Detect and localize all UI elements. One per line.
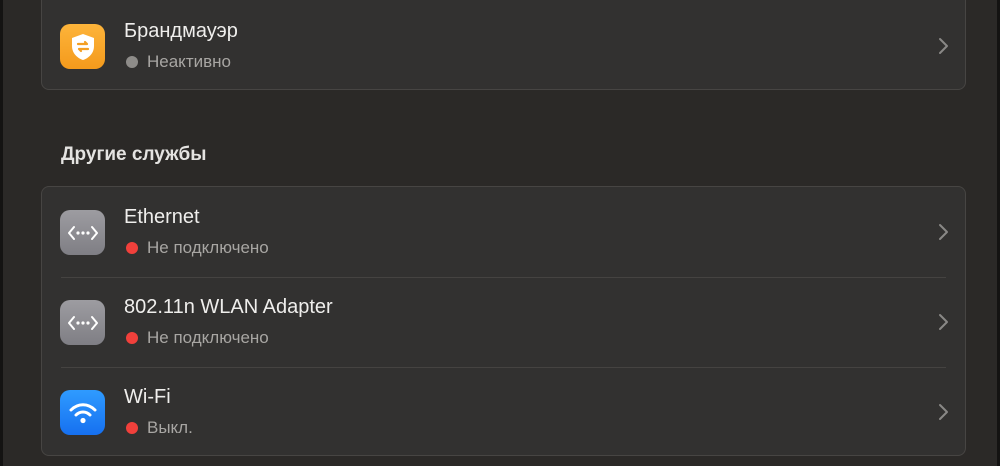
- service-row-ethernet[interactable]: Ethernet Не подключено: [42, 187, 965, 277]
- service-status-text: Выкл.: [147, 418, 193, 437]
- status-dot-red: [126, 242, 138, 254]
- status-dot-red: [126, 422, 138, 434]
- status-dot-red: [126, 332, 138, 344]
- service-row-wlan-adapter[interactable]: 802.11n WLAN Adapter Не подключено: [42, 277, 965, 367]
- firewall-row[interactable]: Брандмауэр Неактивно: [42, 1, 965, 89]
- service-title: Wi-Fi: [124, 386, 171, 408]
- other-services-card: Ethernet Не подключено 802.11n WLAN Adap…: [41, 186, 966, 456]
- chevron-right-icon: [939, 38, 948, 54]
- service-status: Не подключено: [126, 238, 269, 258]
- ethernet-icon: [60, 210, 105, 255]
- other-services-heading: Другие службы: [61, 144, 207, 165]
- status-dot-gray: [126, 56, 138, 68]
- wifi-icon: [60, 390, 105, 435]
- service-status: Выкл.: [126, 418, 193, 438]
- ethernet-icon: [60, 300, 105, 345]
- chevron-right-icon: [939, 404, 948, 420]
- service-status-text: Не подключено: [147, 238, 269, 257]
- service-row-wifi[interactable]: Wi-Fi Выкл.: [42, 367, 965, 455]
- chevron-right-icon: [939, 224, 948, 240]
- chevron-right-icon: [939, 314, 948, 330]
- service-status: Не подключено: [126, 328, 269, 348]
- network-settings-window: Брандмауэр Неактивно Другие службы Ether…: [0, 0, 1000, 466]
- service-title: 802.11n WLAN Adapter: [124, 296, 333, 318]
- service-status-text: Не подключено: [147, 328, 269, 347]
- firewall-shield-icon: [60, 24, 105, 69]
- firewall-status: Неактивно: [126, 52, 231, 72]
- firewall-card: Брандмауэр Неактивно: [41, 0, 966, 90]
- firewall-title: Брандмауэр: [124, 20, 238, 42]
- service-title: Ethernet: [124, 206, 200, 228]
- firewall-status-text: Неактивно: [147, 52, 231, 71]
